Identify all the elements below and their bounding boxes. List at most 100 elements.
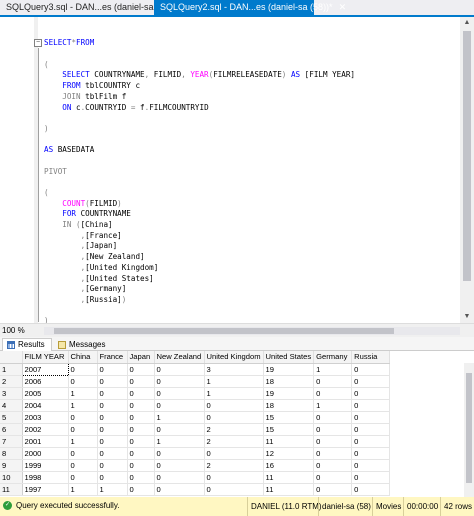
code-line[interactable] — [44, 177, 460, 188]
table-cell[interactable]: 18 — [263, 399, 315, 412]
table-cell[interactable]: 0 — [68, 459, 98, 472]
table-cell[interactable]: 0 — [97, 399, 128, 412]
code-line[interactable]: FOR COUNTRYNAME — [44, 209, 460, 220]
table-cell[interactable]: 15 — [263, 423, 315, 436]
table-cell[interactable]: 0 — [313, 387, 353, 400]
column-header[interactable]: Germany — [313, 351, 353, 364]
row-number[interactable]: 10 — [0, 471, 23, 484]
table-cell[interactable]: 0 — [127, 411, 155, 424]
grid-vertical-scrollbar[interactable] — [464, 363, 474, 497]
table-cell[interactable]: 0 — [154, 459, 205, 472]
code-line[interactable]: AS BASEDATA — [44, 145, 460, 156]
editor-vertical-scrollbar[interactable]: ▲ ▼ — [460, 17, 474, 323]
code-line[interactable]: FROM tblCOUNTRY c — [44, 81, 460, 92]
table-cell[interactable]: 0 — [204, 483, 264, 496]
code-line[interactable] — [44, 156, 460, 167]
table-cell[interactable]: 0 — [313, 375, 353, 388]
table-cell[interactable]: 11 — [263, 471, 315, 484]
scroll-down-icon[interactable]: ▼ — [460, 311, 474, 323]
code-line[interactable]: ,[Russia]) — [44, 295, 460, 306]
table-cell[interactable]: 0 — [127, 423, 155, 436]
code-line[interactable]: ON c.COUNTRYID = f.FILMCOUNTRYID — [44, 103, 460, 114]
table-cell[interactable]: 15 — [263, 411, 315, 424]
row-number[interactable]: 11 — [0, 483, 23, 496]
table-cell[interactable]: 1 — [204, 375, 264, 388]
table-cell[interactable]: 0 — [97, 363, 128, 376]
table-cell[interactable]: 0 — [313, 435, 353, 448]
table-cell[interactable]: 0 — [351, 363, 391, 376]
table-cell[interactable]: 12 — [263, 447, 315, 460]
tab-messages[interactable]: Messages — [54, 338, 110, 351]
table-cell[interactable]: 0 — [68, 447, 98, 460]
sql-code[interactable]: SELECT*FROM ( SELECT COUNTRYNAME, FILMID,… — [44, 17, 460, 348]
row-number[interactable]: 1 — [0, 363, 23, 376]
table-cell[interactable]: 3 — [204, 363, 264, 376]
table-cell[interactable]: 0 — [204, 447, 264, 460]
table-cell[interactable]: 0 — [351, 471, 391, 484]
table-cell[interactable]: 0 — [351, 459, 391, 472]
table-cell[interactable]: 11 — [263, 483, 315, 496]
table-row[interactable]: 1 2007 0 0 0 0 3 19 1 0 — [0, 362, 391, 376]
table-cell[interactable]: 2 — [204, 423, 264, 436]
table-row[interactable]: 4 2004 1 0 0 0 0 18 1 0 — [0, 399, 391, 412]
code-line[interactable]: ) — [44, 124, 460, 135]
zoom-dropdown[interactable]: 100 % — [2, 325, 40, 336]
table-cell[interactable]: 0 — [154, 483, 205, 496]
table-cell[interactable]: 0 — [154, 375, 205, 388]
table-cell[interactable]: 0 — [313, 483, 353, 496]
table-row[interactable]: 7 2001 1 0 0 1 2 11 0 0 — [0, 435, 391, 448]
table-cell[interactable]: 19 — [263, 387, 315, 400]
table-cell[interactable]: 0 — [127, 375, 155, 388]
table-cell[interactable]: 1 — [154, 435, 205, 448]
table-cell[interactable]: 16 — [263, 459, 315, 472]
code-line[interactable]: ,[Germany] — [44, 284, 460, 295]
table-cell[interactable]: 0 — [313, 411, 353, 424]
table-cell[interactable]: 0 — [127, 387, 155, 400]
table-cell[interactable]: 0 — [127, 459, 155, 472]
table-cell[interactable]: 0 — [313, 447, 353, 460]
table-cell[interactable]: 1 — [68, 435, 98, 448]
table-cell[interactable]: 0 — [313, 423, 353, 436]
table-cell[interactable]: 2004 — [22, 399, 69, 412]
table-cell[interactable]: 0 — [154, 399, 205, 412]
table-cell[interactable]: 0 — [127, 435, 155, 448]
code-line[interactable]: PIVOT — [44, 167, 460, 178]
code-line[interactable] — [44, 135, 460, 146]
table-cell[interactable]: 1 — [313, 363, 353, 376]
code-line[interactable]: ( — [44, 188, 460, 199]
column-header[interactable]: Russia — [351, 351, 391, 364]
column-header[interactable]: France — [97, 351, 128, 364]
table-cell[interactable]: 0 — [97, 375, 128, 388]
scroll-thumb[interactable] — [466, 373, 472, 483]
table-cell[interactable]: 1 — [313, 399, 353, 412]
column-header[interactable]: Japan — [127, 351, 155, 364]
table-cell[interactable]: 0 — [313, 471, 353, 484]
table-cell[interactable]: 1 — [97, 483, 128, 496]
table-cell[interactable]: 0 — [127, 471, 155, 484]
row-number[interactable]: 5 — [0, 411, 23, 424]
table-cell[interactable]: 0 — [68, 375, 98, 388]
column-header[interactable]: New Zealand — [154, 351, 205, 364]
table-cell[interactable]: 0 — [97, 387, 128, 400]
table-cell[interactable]: 2003 — [22, 411, 69, 424]
row-number[interactable]: 4 — [0, 399, 23, 412]
table-cell[interactable]: 0 — [351, 447, 391, 460]
table-cell[interactable]: 0 — [351, 423, 391, 436]
row-number[interactable]: 2 — [0, 375, 23, 388]
table-cell[interactable]: 0 — [97, 471, 128, 484]
scroll-up-icon[interactable]: ▲ — [460, 17, 474, 29]
table-cell[interactable]: 0 — [127, 399, 155, 412]
row-number[interactable]: 9 — [0, 459, 23, 472]
table-cell[interactable]: 18 — [263, 375, 315, 388]
table-row[interactable]: 9 1999 0 0 0 0 2 16 0 0 — [0, 459, 391, 472]
code-line[interactable]: JOIN tblFilm f — [44, 92, 460, 103]
table-cell[interactable]: 0 — [97, 459, 128, 472]
table-cell[interactable]: 2006 — [22, 375, 69, 388]
table-cell[interactable]: 0 — [351, 483, 391, 496]
table-row[interactable]: 2 2006 0 0 0 0 1 18 0 0 — [0, 375, 391, 388]
table-cell[interactable]: 0 — [68, 471, 98, 484]
table-cell[interactable]: 0 — [154, 423, 205, 436]
table-cell[interactable]: 1 — [68, 387, 98, 400]
table-cell[interactable]: 0 — [68, 423, 98, 436]
scroll-thumb[interactable] — [463, 31, 471, 281]
